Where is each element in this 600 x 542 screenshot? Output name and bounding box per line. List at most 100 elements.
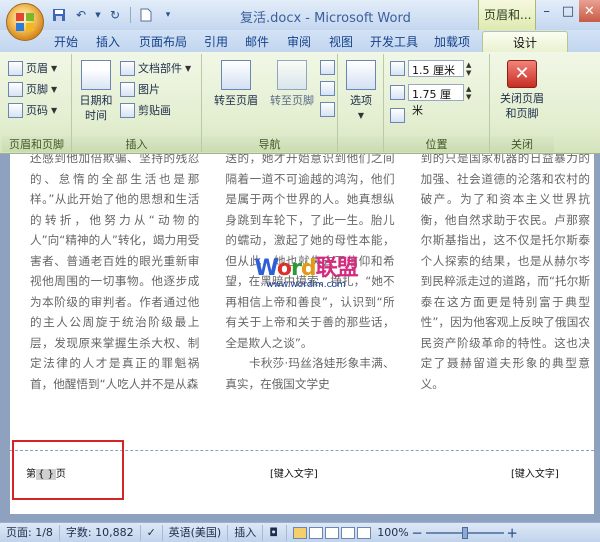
link-to-previous-button[interactable] (320, 102, 335, 117)
ribbon-tabs: 开始 插入 页面布局 引用 邮件 审阅 视图 开发工具 加载项 设计 (0, 30, 600, 53)
group-label-navigation: 导航 (202, 136, 337, 152)
status-language[interactable]: 英语(美国) (163, 524, 229, 541)
text-column-1[interactable]: 还感到他加倍欺骗、坚持的残忍的、怠惰的全部生活也是那样。”从此开始了他的思想和生… (30, 154, 199, 394)
clip-art-button[interactable]: 剪贴画 (120, 102, 171, 118)
proofing-icon[interactable]: ✓ (141, 524, 163, 541)
alignment-tab-icon (390, 108, 405, 123)
group-label-close: 关闭 (490, 136, 554, 152)
group-insert: 日期和时间 文档部件 ▼ 图片 剪贴画 插入 (72, 54, 202, 152)
header-button[interactable]: 页眉 ▼ (8, 60, 57, 76)
footer-icon (8, 81, 23, 97)
goto-footer-button[interactable]: 转至页脚 (264, 60, 320, 108)
status-insert-mode[interactable]: 插入 (228, 524, 264, 541)
footer-center-placeholder[interactable]: [键入文字] (270, 465, 318, 480)
tab-mailings[interactable]: 邮件 (245, 33, 269, 52)
highlight-annotation-box (12, 440, 124, 500)
chevron-down-icon: ▼ (51, 63, 58, 73)
close-red-x-icon: ✕ (507, 60, 537, 88)
spin-down-icon[interactable]: ▼ (466, 93, 471, 101)
status-page[interactable]: 页面: 1/8 (0, 524, 60, 541)
previous-section-button[interactable] (320, 60, 335, 75)
draft-view-icon[interactable] (357, 526, 372, 539)
quick-parts-icon (120, 60, 135, 76)
tab-developer[interactable]: 开发工具 (370, 33, 418, 52)
zoom-level[interactable]: 100% (377, 526, 408, 539)
footer-position-input[interactable]: 1.75 厘米 (408, 84, 464, 117)
window-title: 复活.docx - Microsoft Word (240, 11, 411, 26)
wordlm-watermark: Word联盟 www.wordlm.com (246, 250, 366, 290)
picture-button[interactable]: 图片 (120, 81, 160, 97)
redo-icon[interactable]: ↻ (106, 6, 124, 24)
header-position-icon (390, 61, 405, 76)
goto-footer-icon (277, 60, 307, 90)
quick-parts-button[interactable]: 文档部件 ▼ (120, 60, 191, 76)
footer-right-placeholder[interactable]: [键入文字] (511, 465, 559, 480)
text-column-3[interactable]: 到的只是国家机器的日益暴力的加强、社会道德的沦落和农村的破产。为了和资本主义世界… (421, 154, 590, 394)
new-document-icon[interactable] (137, 6, 155, 24)
group-navigation: 转至页眉 转至页脚 导航 (202, 54, 338, 152)
undo-dropdown-icon[interactable]: ▼ (94, 6, 102, 24)
tab-home[interactable]: 开始 (54, 33, 78, 52)
status-bar: 页面: 1/8 字数: 10,882 ✓ 英语(美国) 插入 ◘ 100% － … (0, 522, 600, 542)
document-area: 还感到他加倍欺骗、坚持的残忍的、怠惰的全部生活也是那样。”从此开始了他的思想和生… (0, 154, 600, 522)
date-time-button[interactable]: 日期和时间 (76, 60, 116, 123)
maximize-button[interactable]: □ (557, 0, 578, 22)
tab-insert[interactable]: 插入 (96, 33, 120, 52)
insert-alignment-tab-button[interactable] (390, 108, 405, 123)
group-label-header-footer: 页眉和页脚 (2, 136, 71, 152)
undo-icon[interactable]: ↶ (72, 6, 90, 24)
header-position-input[interactable]: 1.5 厘米 (408, 60, 464, 77)
header-position-spinner[interactable]: 1.5 厘米 ▲ ▼ (390, 60, 471, 77)
group-label-options (338, 136, 383, 152)
close-header-footer-button[interactable]: ✕ 关闭页眉和页脚 (492, 60, 552, 121)
customize-qat-icon[interactable]: ▾ (159, 6, 177, 24)
tab-references[interactable]: 引用 (204, 33, 228, 52)
footer-position-spinner[interactable]: 1.75 厘米 ▲ ▼ (390, 84, 471, 117)
picture-icon (120, 81, 135, 97)
status-word-count[interactable]: 字数: 10,882 (60, 524, 141, 541)
office-button[interactable] (6, 3, 44, 41)
next-section-button[interactable] (320, 81, 335, 96)
outline-view-icon[interactable] (341, 526, 356, 539)
previous-section-icon (320, 60, 335, 75)
header-icon (8, 60, 23, 76)
zoom-out-icon[interactable]: － (412, 525, 423, 541)
spin-up-icon[interactable]: ▲ (466, 61, 471, 69)
options-button[interactable]: 选项 ▼ (342, 60, 380, 123)
footer-button[interactable]: 页脚 ▼ (8, 81, 57, 97)
close-button[interactable]: ✕ (578, 0, 600, 22)
zoom-in-icon[interactable]: ＋ (507, 525, 518, 541)
chevron-down-icon: ▼ (51, 84, 58, 94)
options-icon (346, 60, 376, 90)
goto-header-icon (221, 60, 251, 90)
tab-view[interactable]: 视图 (329, 33, 353, 52)
minimize-button[interactable]: – (536, 0, 557, 22)
tab-addins[interactable]: 加载项 (434, 33, 470, 52)
title-bar: ↶ ▼ ↻ ▾ 复活.docx - Microsoft Word 页眉和... … (0, 0, 600, 41)
chevron-down-icon: ▼ (357, 111, 365, 120)
macro-record-icon[interactable]: ◘ (263, 524, 288, 541)
group-close: ✕ 关闭页眉和页脚 关闭 (490, 54, 554, 152)
print-layout-view-icon[interactable] (293, 526, 308, 539)
zoom-slider-thumb[interactable] (461, 526, 468, 539)
spin-up-icon[interactable]: ▲ (466, 85, 471, 93)
calendar-icon (81, 60, 111, 90)
group-options: 选项 ▼ (338, 54, 384, 152)
document-page[interactable]: 还感到他加倍欺骗、坚持的残忍的、怠惰的全部生活也是那样。”从此开始了他的思想和生… (10, 154, 594, 514)
tab-design[interactable]: 设计 (482, 31, 568, 53)
office-logo-icon (16, 13, 36, 33)
group-label-position: 位置 (384, 136, 489, 152)
save-icon[interactable] (50, 6, 68, 24)
tab-page-layout[interactable]: 页面布局 (139, 33, 187, 52)
page-number-button[interactable]: 页码 ▼ (8, 102, 57, 118)
qat-separator (130, 7, 131, 23)
chevron-down-icon: ▼ (185, 63, 192, 73)
zoom-slider[interactable] (425, 526, 504, 539)
chevron-down-icon: ▼ (51, 105, 58, 115)
full-screen-reading-view-icon[interactable] (309, 526, 324, 539)
goto-header-button[interactable]: 转至页眉 (208, 60, 264, 108)
ribbon: 页眉 ▼ 页脚 ▼ 页码 ▼ 页眉和页脚 日期和时间 文档部件 ▼ 图片 剪贴画… (0, 52, 600, 154)
spin-down-icon[interactable]: ▼ (466, 69, 471, 77)
tab-review[interactable]: 审阅 (287, 33, 311, 52)
web-layout-view-icon[interactable] (325, 526, 340, 539)
